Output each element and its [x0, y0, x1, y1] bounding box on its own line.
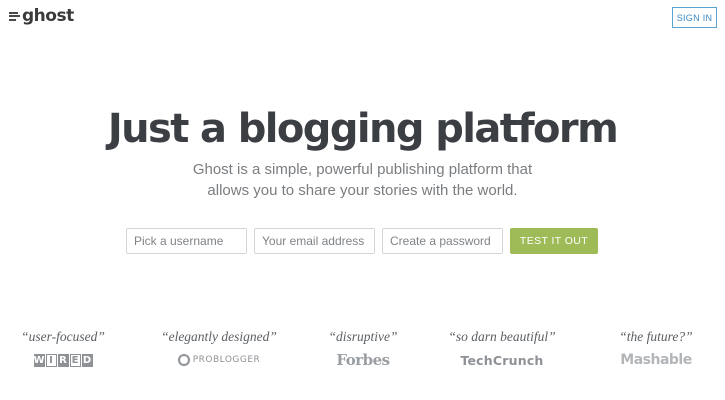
sign-in-button[interactable]: SIGN IN [672, 7, 717, 28]
test-it-out-button[interactable]: TEST IT OUT [510, 228, 598, 254]
press-quote: “disruptive” [328, 329, 398, 344]
wired-logo-icon: WIRED [33, 353, 93, 367]
ghost-logo[interactable]: ghost [9, 6, 74, 26]
password-input[interactable] [382, 228, 503, 254]
hero-subtitle: Ghost is a simple, powerful publishing p… [192, 161, 533, 199]
press-item-techcrunch: “so darn beautiful” TechCrunch [447, 329, 557, 368]
press-quote: “user-focused” [21, 329, 105, 344]
techcrunch-logo-icon: TechCrunch [460, 352, 544, 368]
problogger-logo-icon: PROBLOGGER [160, 352, 278, 368]
forbes-logo-icon: Forbes [336, 351, 390, 369]
press-quote: “elegantly designed” [161, 329, 277, 344]
press-item-wired: “user-focused” WIRED [20, 329, 106, 368]
press-quote: “the future?” [619, 329, 693, 344]
press-item-mashable: “the future?” Mashable [616, 329, 696, 368]
press-quote: “so darn beautiful” [448, 329, 556, 344]
hero-title: Just a blogging platform [107, 106, 619, 152]
press-item-forbes: “disruptive” Forbes [328, 329, 398, 369]
ghost-logo-icon [9, 11, 20, 22]
logo-text: ghost [22, 6, 74, 26]
email-input[interactable] [254, 228, 375, 254]
mashable-logo-icon: Mashable [620, 352, 692, 368]
username-input[interactable] [126, 228, 247, 254]
press-item-problogger: “elegantly designed” PROBLOGGER [160, 329, 278, 368]
